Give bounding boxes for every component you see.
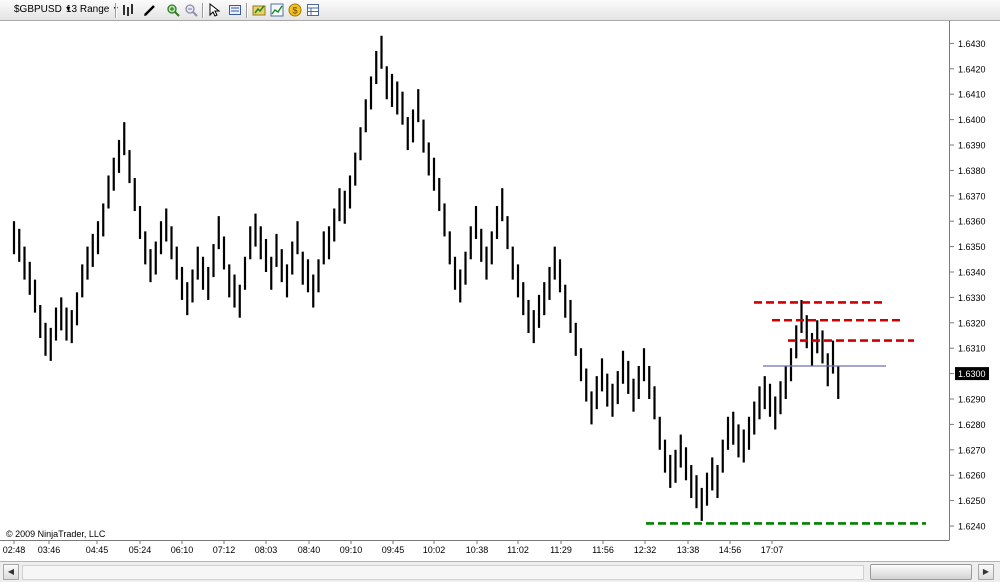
svg-text:$: $ <box>292 6 297 16</box>
x-tick-label: 10:02 <box>423 545 446 555</box>
bars-style-icon[interactable] <box>122 3 136 17</box>
y-tick-label: 1.6240 <box>958 522 986 532</box>
x-tick-label: 07:12 <box>213 545 236 555</box>
horizontal-scrollbar[interactable]: ◀ ▶ <box>0 561 1000 582</box>
indicators-icon[interactable] <box>270 3 284 17</box>
y-tick-label: 1.6250 <box>958 496 986 506</box>
period-label: 13 Range <box>66 4 110 15</box>
x-tick-label: 08:40 <box>298 545 321 555</box>
copyright-text: © 2009 NinjaTrader, LLC <box>6 529 106 539</box>
data-box-icon[interactable] <box>228 3 242 17</box>
period-selector[interactable]: 13 Range▼ <box>66 2 119 18</box>
zoom-out-icon[interactable] <box>184 3 198 17</box>
y-tick-label: 1.6360 <box>958 217 986 227</box>
chevron-right-icon: ▶ <box>982 567 990 576</box>
y-tick-label: 1.6290 <box>958 395 986 405</box>
x-tick-label: 10:38 <box>466 545 489 555</box>
x-tick-label: 11:56 <box>592 545 614 555</box>
x-tick-label: 04:45 <box>86 545 109 555</box>
price-chart[interactable]: 1.6240 1.6250 1.6260 1.6270 1.6280 1.6290 1.63… <box>0 21 1000 561</box>
y-tick-label: 1.6350 <box>958 242 986 252</box>
y-tick-label: 1.6400 <box>958 115 986 125</box>
y-axis: 1.6240 1.6250 1.6260 1.6270 1.6280 1.6290 1.63… <box>949 39 986 532</box>
y-tick-label: 1.6340 <box>958 268 986 278</box>
current-price-marker: 1.6300 <box>955 367 989 381</box>
x-axis: 02:48 03:46 04:45 05:24 06:10 07:12 08:03 08:40… <box>3 540 784 555</box>
x-tick-label: 09:10 <box>340 545 363 555</box>
y-tick-label: 1.6320 <box>958 318 986 328</box>
instrument-label: $GBPUSD <box>14 4 62 15</box>
y-tick-label: 1.6410 <box>958 90 986 100</box>
x-tick-label: 12:32 <box>634 545 657 555</box>
x-tick-label: 06:10 <box>171 545 194 555</box>
x-tick-label: 08:03 <box>255 545 278 555</box>
drawing-tool-icon[interactable] <box>143 3 157 17</box>
scroll-left-button[interactable]: ◀ <box>3 564 19 580</box>
scrollbar-track[interactable] <box>22 565 864 580</box>
chevron-left-icon: ◀ <box>7 567 15 576</box>
y-tick-label: 1.6390 <box>958 141 986 151</box>
y-tick-label: 1.6430 <box>958 39 986 49</box>
x-tick-label: 03:46 <box>38 545 61 555</box>
current-price-label: 1.6300 <box>958 369 986 379</box>
y-tick-label: 1.6260 <box>958 471 986 481</box>
x-tick-label: 14:56 <box>719 545 742 555</box>
x-tick-label: 11:02 <box>507 545 529 555</box>
scroll-right-button[interactable]: ▶ <box>978 564 994 580</box>
price-lines <box>646 301 926 525</box>
instrument-selector[interactable]: $GBPUSD ▼ <box>14 2 72 18</box>
y-tick-label: 1.6380 <box>958 166 986 176</box>
y-tick-label: 1.6270 <box>958 445 986 455</box>
toolbar-divider <box>115 3 117 18</box>
toolbar-divider <box>202 3 204 18</box>
scrollbar-thumb[interactable] <box>870 564 972 580</box>
toolbar-divider <box>246 3 248 18</box>
x-tick-label: 17:07 <box>761 545 784 555</box>
y-tick-label: 1.6310 <box>958 344 986 354</box>
properties-icon[interactable]: $ <box>288 3 302 17</box>
zoom-in-icon[interactable] <box>166 3 180 17</box>
price-bars <box>12 35 840 521</box>
x-tick-label: 11:29 <box>550 545 572 555</box>
y-tick-label: 1.6280 <box>958 420 986 430</box>
chart-toolbar: $GBPUSD▼ 13 Range▼ $ <box>0 0 1000 21</box>
pointer-icon[interactable] <box>208 2 222 17</box>
x-tick-label: 02:48 <box>3 545 26 555</box>
chart-settings-icon[interactable] <box>306 3 320 17</box>
y-tick-label: 1.6330 <box>958 293 986 303</box>
x-tick-label: 05:24 <box>129 545 152 555</box>
x-tick-label: 13:38 <box>677 545 700 555</box>
y-tick-label: 1.6370 <box>958 191 986 201</box>
y-tick-label: 1.6420 <box>958 64 986 74</box>
strategies-icon[interactable] <box>252 3 266 17</box>
x-tick-label: 09:45 <box>382 545 405 555</box>
